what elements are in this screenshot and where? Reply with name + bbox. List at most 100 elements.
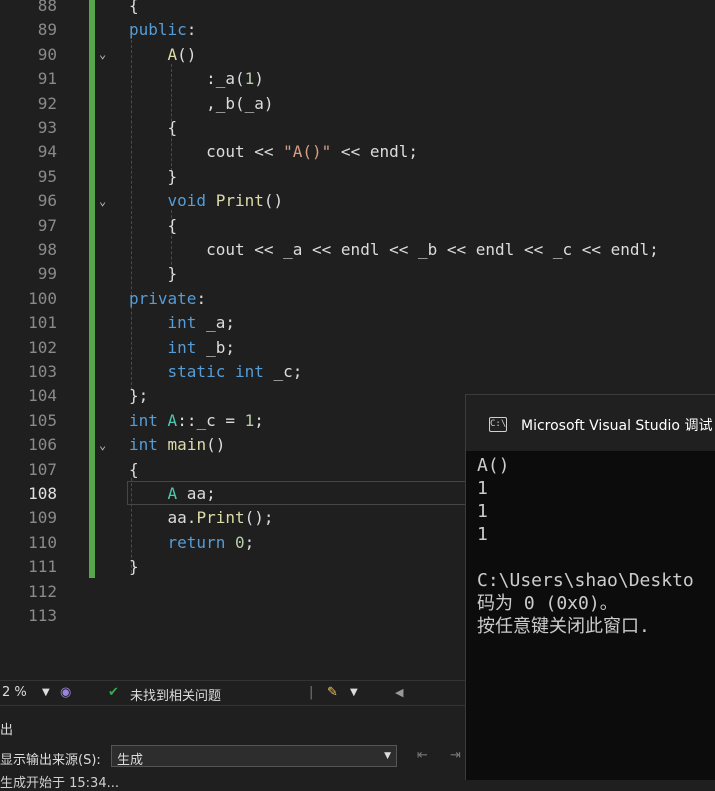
console-line: 1 [477, 524, 488, 545]
code-token: { [129, 215, 178, 235]
fold-chevron-icon[interactable]: ⌄ [99, 195, 113, 207]
output-source-select[interactable]: 生成 ▼ [111, 745, 397, 768]
code-text: { [129, 458, 139, 482]
code-text: { [129, 0, 139, 18]
code-text: A aa; [129, 482, 216, 506]
code-line[interactable]: 99 } [0, 262, 715, 286]
select-chevron-icon: ▼ [384, 751, 391, 761]
code-text: aa.Print(); [129, 506, 274, 530]
code-token: void [167, 191, 207, 211]
code-token: 1 [244, 69, 255, 89]
console-titlebar[interactable]: C:\ Microsoft Visual Studio 调试 [466, 395, 715, 451]
code-text: cout << _a << endl << _b << endl << _c <… [129, 238, 659, 262]
code-token: return [167, 532, 226, 552]
zoom-level[interactable]: 2 % [2, 685, 27, 700]
code-text: int main() [129, 433, 225, 457]
code-token: int [129, 435, 158, 455]
debug-console-window[interactable]: C:\ Microsoft Visual Studio 调试 A() 1 1 1 C:\… [465, 394, 715, 780]
line-number: 102 [28, 337, 57, 357]
code-line[interactable]: 93 { [0, 116, 715, 140]
brush-icon[interactable]: ✎ [327, 685, 338, 700]
code-token: _c; [263, 362, 303, 381]
output-source-value: 生成 [117, 753, 144, 768]
fold-chevron-icon[interactable]: ⌄ [99, 439, 113, 451]
code-token: } [129, 166, 178, 186]
code-text: } [129, 262, 178, 286]
code-token: int [167, 337, 197, 357]
output-source-label: 显示输出来源(S): [0, 753, 101, 768]
code-token: Print [196, 508, 245, 528]
copilot-icon[interactable]: ◉ [60, 685, 71, 700]
line-number: 100 [28, 288, 57, 308]
zoom-dropdown-chevron-icon[interactable]: ▼ [42, 687, 50, 698]
check-circle-icon: ✔ [108, 685, 119, 700]
code-line[interactable]: 89 public: [0, 18, 715, 42]
code-token: ; [254, 410, 264, 430]
code-line[interactable]: 102 int _b; [0, 336, 715, 360]
line-number: 88 [37, 0, 57, 15]
code-line[interactable]: 95 } [0, 165, 715, 189]
code-token: A [167, 484, 178, 503]
code-token: public [129, 20, 187, 40]
output-text-line: 生成开始于 15:34... [0, 776, 119, 791]
line-number: 91 [37, 69, 57, 89]
console-line: 1 [477, 478, 488, 499]
code-line[interactable]: 98 cout << _a << endl << _b << endl << _… [0, 238, 715, 262]
code-line[interactable]: 92 ,_b(_a) [0, 92, 715, 116]
editor-status-bar: 2 % ▼ ◉ ✔ 未找到相关问题 | ✎ ▼ ◀ [0, 680, 465, 705]
code-token: : [196, 288, 207, 308]
code-token: aa. [129, 508, 197, 528]
code-text: int A::_c = 1; [129, 409, 264, 433]
code-token: int [234, 362, 264, 381]
code-line[interactable]: 100 private: [0, 287, 715, 311]
output-toolbar-icon[interactable]: ⇤ [417, 748, 428, 763]
brush-dropdown-chevron-icon[interactable]: ▼ [350, 687, 358, 698]
code-text: return 0; [129, 531, 255, 555]
code-line[interactable]: 94 cout << "A()" << endl; [0, 140, 715, 164]
output-panel: 出 显示输出来源(S): 生成 ▼ ⇤ ⇥ 生成开始于 15:34... [0, 705, 465, 791]
code-text: { [129, 214, 178, 238]
code-token: () [263, 191, 284, 211]
code-text: static int _c; [129, 360, 303, 384]
code-token: { [129, 0, 139, 15]
line-number: 90 [37, 44, 57, 64]
code-text: :_a(1) [129, 67, 264, 91]
line-number: 113 [28, 606, 57, 625]
output-toolbar-icon[interactable]: ⇥ [450, 748, 461, 763]
line-number: 96 [37, 191, 57, 211]
code-token: ; [244, 532, 255, 552]
code-line[interactable]: 103 static int _c; [0, 360, 715, 384]
code-line[interactable]: 88 { [0, 0, 715, 18]
code-text: } [129, 555, 139, 579]
code-token: A [167, 410, 178, 430]
line-number: 107 [28, 459, 57, 479]
code-line[interactable]: 101 int _a; [0, 311, 715, 335]
code-token: cout << [129, 142, 284, 162]
code-text: { [129, 116, 178, 140]
code-text: A() [129, 43, 197, 67]
code-line[interactable]: 97 { [0, 214, 715, 238]
code-line[interactable]: 91 :_a(1) [0, 67, 715, 91]
fold-chevron-icon[interactable]: ⌄ [99, 48, 113, 60]
line-number: 89 [37, 20, 57, 40]
code-text: } [129, 165, 178, 189]
scroll-left-icon[interactable]: ◀ [395, 686, 403, 699]
code-token: (); [244, 508, 274, 528]
issues-status[interactable]: 未找到相关问题 [130, 685, 221, 704]
line-number: 104 [28, 386, 57, 406]
console-title: Microsoft Visual Studio 调试 [521, 418, 713, 434]
code-text: void Print() [129, 189, 284, 213]
code-token: ,_b(_a) [129, 93, 274, 113]
line-number: 97 [37, 215, 57, 235]
line-number: 94 [37, 142, 57, 162]
line-number: 95 [37, 166, 57, 186]
